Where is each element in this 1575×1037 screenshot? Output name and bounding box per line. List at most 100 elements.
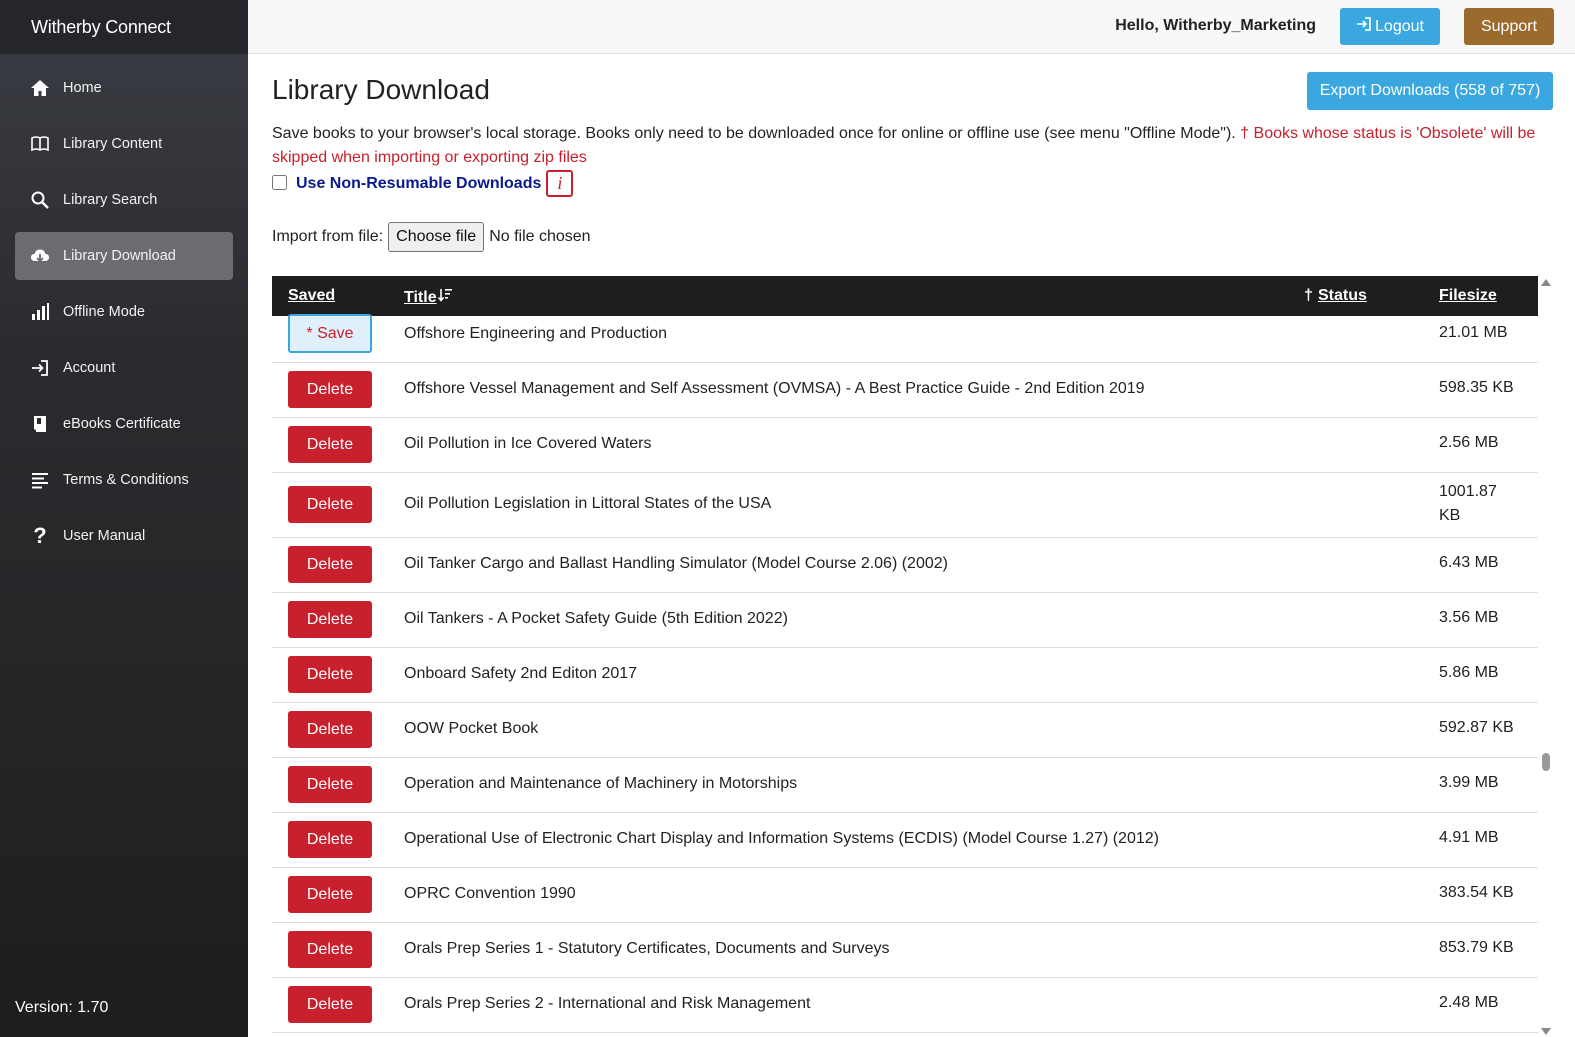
choose-file-button[interactable]: Choose file (388, 222, 485, 252)
non-resumable-checkbox[interactable] (272, 174, 287, 190)
sidebar-item-label: Account (63, 360, 116, 376)
table-row: Delete Orals Prep Series 2 - Internationa… (272, 978, 1538, 1033)
column-filesize[interactable]: Filesize (1439, 287, 1497, 305)
table-header: Saved Title † Status Filesize (272, 276, 1538, 316)
delete-button[interactable]: Delete (288, 371, 372, 408)
save-button[interactable]: * Save (288, 314, 372, 353)
import-row: Import from file: Choose file No file ch… (272, 222, 591, 252)
sidebar-nav: Home Library Content Library Search Libr… (0, 54, 248, 560)
book-title: Oil Tanker Cargo and Ballast Handling Si… (404, 555, 948, 572)
sidebar-item-offline-mode[interactable]: Offline Mode (15, 288, 233, 336)
book-title: OOW Pocket Book (404, 720, 539, 737)
table-row: Delete Operational Use of Electronic Char… (272, 813, 1538, 868)
sidebar-item-label: Terms & Conditions (63, 472, 189, 488)
book-title: Offshore Engineering and Production (404, 325, 667, 342)
table-row: Delete Operation and Maintenance of Machi… (272, 758, 1538, 813)
sidebar-item-terms-conditions[interactable]: Terms & Conditions (15, 456, 233, 504)
sidebar-item-ebooks-certificate[interactable]: eBooks Certificate (15, 400, 233, 448)
book-title: Onboard Safety 2nd Editon 2017 (404, 665, 638, 682)
table-row: Delete OOW Pocket Book 592.87 KB (272, 703, 1538, 758)
file-size: 2.48 MB (1439, 994, 1499, 1011)
sidebar-item-library-download[interactable]: Library Download (15, 232, 233, 280)
sidebar-item-home[interactable]: Home (15, 64, 233, 112)
file-size: 3.56 MB (1439, 609, 1499, 626)
sidebar: Witherby Connect Home Library Content Li… (0, 0, 248, 1037)
status-dagger: † (1304, 287, 1313, 304)
file-size: 3.99 MB (1439, 774, 1499, 791)
non-resumable-option: Use Non-Resumable Downloads i (272, 170, 574, 197)
table-row: Delete Oil Tanker Cargo and Ballast Handl… (272, 538, 1538, 593)
delete-button[interactable]: Delete (288, 986, 372, 1023)
table-row: * Save Offshore Engineering and Productio… (272, 314, 1538, 363)
logout-icon (1356, 16, 1372, 37)
home-icon (29, 77, 51, 99)
brand-title: Witherby Connect (0, 0, 248, 54)
sidebar-item-library-search[interactable]: Library Search (15, 176, 233, 224)
table-row: Delete Oil Pollution in Ice Covered Water… (272, 418, 1538, 473)
file-size: 21.01 MB (1439, 324, 1508, 341)
sidebar-item-label: Library Download (63, 248, 176, 264)
certificate-icon (29, 413, 51, 435)
book-icon (29, 133, 51, 155)
file-size: 598.35 KB (1439, 379, 1514, 396)
column-title-label: Title (404, 288, 437, 306)
delete-button[interactable]: Delete (288, 711, 372, 748)
book-title: Operation and Maintenance of Machinery i… (404, 775, 798, 792)
delete-button[interactable]: Delete (288, 821, 372, 858)
scroll-thumb[interactable] (1542, 753, 1550, 771)
table-row: Delete Orals Prep Series 1 - Statutory Ce… (272, 923, 1538, 978)
intro-description: Save books to your browser's local stora… (272, 125, 1241, 142)
import-label: Import from file: (272, 228, 384, 245)
table-row: Delete Oil Pollution Legislation in Litto… (272, 473, 1538, 538)
delete-button[interactable]: Delete (288, 426, 372, 463)
delete-button[interactable]: Delete (288, 656, 372, 693)
cloud-download-icon (29, 245, 51, 267)
support-button[interactable]: Support (1464, 8, 1554, 45)
logout-button[interactable]: Logout (1340, 8, 1440, 45)
file-size: 853.79 KB (1439, 939, 1514, 956)
book-title: Operational Use of Electronic Chart Disp… (404, 830, 1159, 847)
question-icon: ? (33, 523, 47, 548)
logout-label: Logout (1375, 17, 1424, 35)
delete-button[interactable]: Delete (288, 876, 372, 913)
login-icon (29, 357, 51, 379)
delete-button[interactable]: Delete (288, 486, 372, 523)
delete-button[interactable]: Delete (288, 931, 372, 968)
sidebar-item-label: eBooks Certificate (63, 416, 181, 432)
delete-button[interactable]: Delete (288, 546, 372, 583)
sidebar-item-label: Library Content (63, 136, 163, 152)
sidebar-item-label: Library Search (63, 192, 158, 208)
table-row: Delete Offshore Vessel Management and Sel… (272, 363, 1538, 418)
book-title: Orals Prep Series 1 - Statutory Certific… (404, 940, 890, 957)
sidebar-item-user-manual[interactable]: ? User Manual (15, 512, 233, 560)
scroll-up-arrow-icon[interactable] (1541, 279, 1551, 286)
book-title: Orals Prep Series 2 - International and … (404, 995, 811, 1012)
scroll-down-arrow-icon[interactable] (1541, 1028, 1551, 1035)
table-body: * Save Offshore Engineering and Productio… (272, 314, 1538, 1033)
book-title: Oil Tankers - A Pocket Safety Guide (5th… (404, 610, 788, 627)
file-size: 6.43 MB (1439, 554, 1499, 571)
column-saved[interactable]: Saved (288, 287, 335, 305)
user-greeting: Hello, Witherby_Marketing (1115, 17, 1316, 34)
column-status[interactable]: Status (1318, 287, 1367, 305)
downloads-table: Saved Title † Status Filesize * Save Offs… (272, 276, 1538, 1037)
list-icon (29, 469, 51, 491)
table-row: Delete Onboard Safety 2nd Editon 2017 5.86… (272, 648, 1538, 703)
delete-button[interactable]: Delete (288, 766, 372, 803)
signal-bars-icon (29, 301, 51, 323)
table-row: Delete OPRC Convention 1990 383.54 KB (272, 868, 1538, 923)
info-icon[interactable]: i (546, 170, 574, 197)
delete-button[interactable]: Delete (288, 601, 372, 638)
sidebar-item-account[interactable]: Account (15, 344, 233, 392)
column-title[interactable]: Title (404, 287, 453, 308)
file-size: 2.56 MB (1439, 434, 1499, 451)
table-scrollbar[interactable] (1540, 277, 1552, 1037)
sidebar-item-label: Offline Mode (63, 304, 145, 320)
sidebar-item-label: User Manual (63, 528, 146, 544)
file-size: 4.91 MB (1439, 829, 1499, 846)
export-downloads-button[interactable]: Export Downloads (558 of 757) (1307, 72, 1553, 110)
non-resumable-label[interactable]: Use Non-Resumable Downloads (296, 175, 541, 193)
sidebar-item-library-content[interactable]: Library Content (15, 120, 233, 168)
page-title: Library Download (272, 74, 490, 105)
table-row: Delete Oil Tankers - A Pocket Safety Guid… (272, 593, 1538, 648)
